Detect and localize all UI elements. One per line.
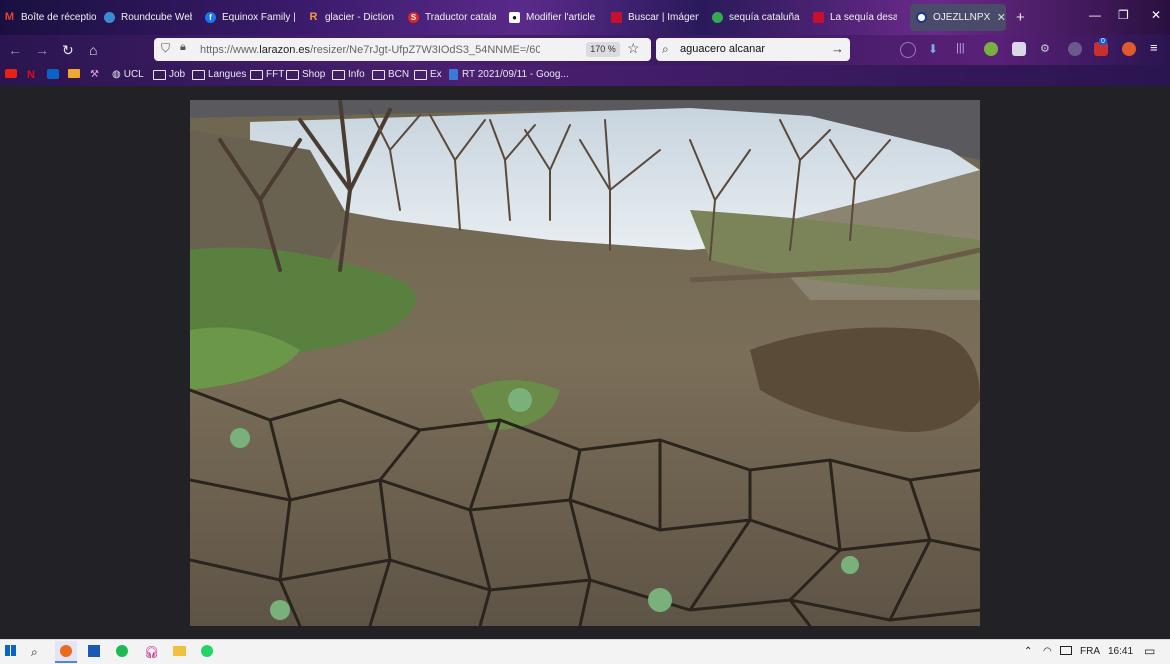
bookmark-shop[interactable]: Shop: [286, 69, 325, 80]
folder-icon: [286, 69, 299, 80]
tab-sequia-google[interactable]: sequía cataluña: [712, 4, 800, 31]
folder-icon: [332, 69, 345, 80]
search-icon: ⌕: [662, 42, 669, 56]
extension-grey-icon[interactable]: [1068, 42, 1082, 56]
battery-icon[interactable]: [1060, 646, 1072, 658]
roundcube-icon: [104, 12, 115, 23]
new-tab-button[interactable]: +: [1016, 4, 1025, 31]
tab-equinox[interactable]: f Equinox Family |: [205, 4, 295, 31]
hammer-icon[interactable]: ⚒: [90, 69, 99, 80]
bookmark-star-icon[interactable]: ☆: [627, 40, 640, 57]
url-text[interactable]: https://www.larazon.es/resizer/Ne7rJgt-U…: [200, 44, 540, 56]
folder-icon: [372, 69, 385, 80]
bookmark-rt[interactable]: RT 2021/09/11 - Goog...: [449, 69, 569, 80]
extension-green-icon[interactable]: [984, 42, 998, 56]
keyboard-language[interactable]: FRA: [1080, 646, 1100, 657]
dictionary-icon: R: [309, 11, 318, 23]
url-bar[interactable]: ⛉ 🔒︎ https://www.larazon.es/resizer/Ne7r…: [154, 38, 651, 61]
clock[interactable]: 16:41: [1108, 646, 1133, 657]
bookmark-ex[interactable]: Ex: [414, 69, 442, 80]
notification-badge: 0: [1099, 38, 1107, 45]
bookmark-fft[interactable]: FFT: [250, 69, 284, 80]
globe-icon: ◍: [112, 69, 121, 80]
bookmark-bcn[interactable]: BCN: [372, 69, 409, 80]
zoom-indicator[interactable]: 170 %: [586, 42, 620, 57]
google-icon: [712, 12, 723, 23]
library-icon[interactable]: |||: [956, 42, 970, 56]
file-explorer-icon[interactable]: [173, 645, 186, 659]
search-icon[interactable]: ⌕: [31, 645, 38, 660]
bookmark-info[interactable]: Info: [332, 69, 365, 80]
sheets-icon: [449, 69, 458, 80]
tab-larazon[interactable]: La sequía desafí: [813, 4, 897, 31]
tab-traductor[interactable]: S Traductor catala: [408, 4, 496, 31]
outlook-icon[interactable]: [47, 69, 59, 79]
tray-chevron-icon[interactable]: ⌃: [1024, 646, 1032, 657]
active-site-icon: [916, 12, 927, 23]
tab-bar: M Boîte de réceptio Roundcube Webm f Equ…: [0, 0, 1170, 35]
tab-gmail[interactable]: M Boîte de réceptio: [4, 4, 96, 31]
restore-icon[interactable]: ❐: [1118, 8, 1129, 22]
tab-modifier[interactable]: ● Modifier l'article: [509, 4, 597, 31]
lock-icon[interactable]: 🔒︎: [180, 41, 186, 54]
netflix-icon[interactable]: N: [27, 69, 35, 81]
spotify-icon[interactable]: [116, 645, 128, 660]
forward-icon[interactable]: →: [35, 42, 49, 58]
youtube-icon[interactable]: [5, 69, 17, 78]
notifications-icon[interactable]: ▭: [1144, 644, 1155, 658]
tab-glacier[interactable]: R glacier - Diction: [308, 4, 396, 31]
tab-active[interactable]: OJEZLLNPXFE ✕: [910, 4, 1006, 31]
headphones-icon[interactable]: 🎧︎: [144, 645, 159, 659]
reload-icon[interactable]: ↻: [62, 42, 74, 59]
shield-icon[interactable]: ⛉: [161, 41, 170, 56]
gmail-icon: M: [4, 11, 15, 23]
mail-icon[interactable]: [68, 69, 80, 78]
folder-icon: [250, 69, 263, 80]
larazon-icon: [813, 12, 824, 23]
tab-roundcube[interactable]: Roundcube Webm: [104, 4, 192, 31]
close-window-icon[interactable]: ✕: [1151, 8, 1161, 22]
folder-icon: [192, 69, 205, 80]
download-icon[interactable]: ⬇: [928, 42, 942, 56]
pocket-icon[interactable]: [900, 42, 916, 58]
bookmarks-bar: N ⚒ ◍ UCL Job Langues FFT Shop Info BCN E…: [0, 65, 1170, 86]
minimize-icon[interactable]: —: [1089, 8, 1101, 22]
close-tab-icon[interactable]: ✕: [997, 11, 1006, 24]
menu-icon[interactable]: ≡: [1150, 40, 1164, 55]
extension-orange-icon[interactable]: [1122, 42, 1136, 56]
folder-icon: [414, 69, 427, 80]
drought-photo: [190, 100, 980, 626]
whatsapp-icon[interactable]: [201, 645, 213, 660]
bookmark-ucl[interactable]: ◍ UCL: [112, 69, 144, 80]
home-icon[interactable]: ⌂: [89, 42, 97, 58]
search-go-icon[interactable]: →: [831, 41, 844, 56]
bookmark-langues[interactable]: Langues: [192, 69, 246, 80]
bookmark-job[interactable]: Job: [153, 69, 185, 80]
extension-gear-icon[interactable]: ⚙: [1040, 42, 1054, 56]
folder-icon: [153, 69, 166, 80]
back-icon[interactable]: ←: [8, 42, 22, 58]
taskbar: ⌕ 🎧︎ ⌃ ◠ FRA 16:41 ▭: [0, 639, 1170, 664]
wifi-icon[interactable]: ◠: [1043, 646, 1052, 657]
facebook-icon: f: [205, 12, 216, 23]
search-input[interactable]: aguacero alcanar: [680, 43, 765, 55]
reader-icon[interactable]: [1012, 42, 1026, 56]
tab-buscar[interactable]: Buscar | Imágene: [611, 4, 699, 31]
firefox-icon[interactable]: [55, 641, 77, 663]
translator-icon: S: [408, 12, 419, 23]
search-bar[interactable]: ⌕ aguacero alcanar →: [656, 38, 850, 61]
search-site-icon: [611, 12, 622, 23]
word-icon[interactable]: [88, 645, 100, 660]
start-icon[interactable]: [5, 645, 16, 659]
medium-icon: ●: [509, 12, 520, 23]
